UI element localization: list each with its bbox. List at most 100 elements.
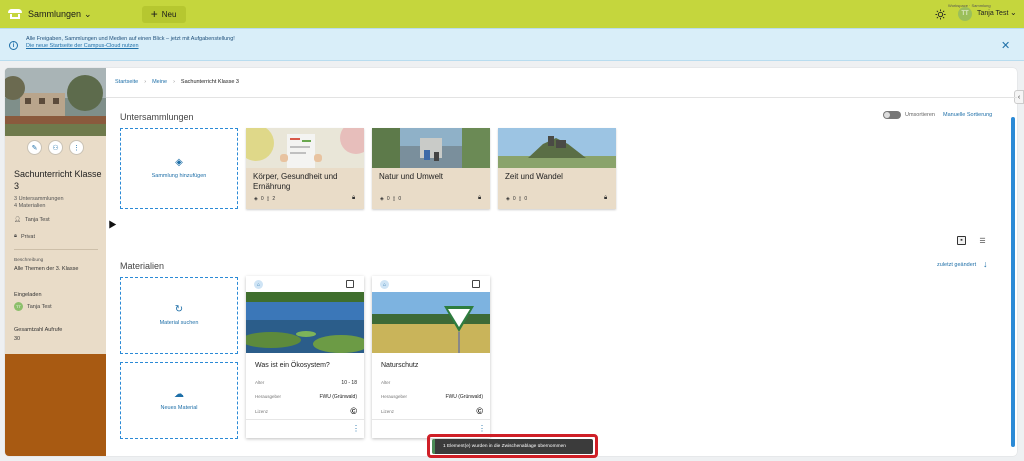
- collection-image: [498, 128, 616, 168]
- select-checkbox[interactable]: [346, 280, 354, 288]
- chevron-right-icon: ›: [173, 79, 175, 85]
- age-row: Alter: [381, 380, 483, 385]
- reorder-toggle[interactable]: [883, 111, 901, 119]
- banner-text: Alle Freigaben, Sammlungen und Medien au…: [26, 36, 235, 42]
- subcollections-heading: Untersammlungen: [120, 112, 194, 122]
- collection-card[interactable]: Körper, Gesundheit und Ernährung ◈ 0 ▯ 2…: [246, 128, 364, 209]
- chevron-left-icon: ‹: [1017, 93, 1021, 101]
- chevron-down-icon: ⌄: [84, 8, 92, 19]
- add-collection-tile[interactable]: ◈ Sammlung hinzufügen: [120, 128, 238, 209]
- breadcrumb-mine[interactable]: Meine: [152, 79, 167, 85]
- divider: [372, 419, 490, 420]
- lock-icon: 🔒︎: [352, 195, 356, 201]
- publisher-label: Herausgeber: [255, 394, 282, 399]
- more-vertical-icon[interactable]: ⋮: [478, 424, 486, 433]
- collection-title: Zeit und Wandel: [505, 172, 563, 181]
- collection-stats: ◈ 0 ▯ 0: [506, 196, 527, 202]
- layers-icon: ◈: [254, 196, 258, 202]
- search-material-tile[interactable]: ↻ Material suchen: [120, 277, 238, 354]
- refresh-icon: ↻: [174, 304, 184, 315]
- description-text: Alle Themen der 3. Klasse: [14, 266, 79, 272]
- logo-icon[interactable]: [8, 9, 22, 19]
- person-icon: 👤︎: [14, 217, 21, 223]
- pencil-icon: ✎: [31, 144, 38, 152]
- publisher-row: Herausgeber FWU (Grünwald): [381, 394, 483, 400]
- owner-row: 👤︎ Tanja Test: [14, 217, 50, 223]
- license-row: Lizenz ©: [381, 407, 483, 416]
- search-material-label: Material suchen: [159, 320, 199, 326]
- share-button[interactable]: ⚇: [48, 140, 63, 155]
- divider: [106, 97, 1017, 98]
- age-label: Alter: [255, 380, 265, 385]
- copyright-icon: ©: [476, 406, 483, 416]
- collection-badge-icon: ⌂: [254, 280, 263, 289]
- sort-dropdown[interactable]: zuletzt geändert: [937, 262, 976, 268]
- collection-image: [246, 128, 364, 168]
- invited-row: TT Tanja Test: [14, 302, 52, 311]
- close-icon[interactable]: ✕: [1001, 39, 1010, 52]
- edit-button[interactable]: ✎: [27, 140, 42, 155]
- publisher-value: FWU (Grünwald): [319, 394, 357, 400]
- list-view-icon[interactable]: ☰: [978, 236, 987, 245]
- invited-name: Tanja Test: [27, 303, 52, 310]
- select-checkbox[interactable]: [472, 280, 480, 288]
- collection-card[interactable]: Zeit und Wandel ◈ 0 ▯ 0 🔒︎: [498, 128, 616, 209]
- age-row: Alter 10 - 18: [255, 380, 357, 386]
- new-material-label: Neues Material: [160, 405, 198, 411]
- more-options-button[interactable]: ⋮: [69, 140, 84, 155]
- more-vertical-icon: ⋮: [73, 144, 80, 152]
- material-card[interactable]: ⌂ Naturschutz Alter Herausgeber FWU (Grü…: [372, 276, 490, 438]
- material-title: Naturschutz: [381, 362, 419, 369]
- scrollbar[interactable]: [1011, 117, 1015, 447]
- license-row: Lizenz ©: [255, 407, 357, 416]
- breadcrumb-current: Sachunterricht Klasse 3: [180, 79, 239, 85]
- collection-count: 0: [260, 196, 264, 202]
- layers-icon: ◈: [506, 196, 510, 202]
- collection-card[interactable]: Natur und Umwelt ◈ 0 ▯ 0 🔒︎: [372, 128, 490, 209]
- banner-link[interactable]: Die neue Startseite der Campus-Cloud nut…: [26, 43, 139, 49]
- file-icon: ▯: [266, 196, 270, 202]
- chevron-right-icon: ›: [144, 79, 147, 85]
- material-card[interactable]: ⌂ Was ist ein Ökosystem? Alter 10 - 18 H…: [246, 276, 364, 438]
- copyright-icon: ©: [350, 406, 357, 416]
- views-label: Gesamtzahl Aufrufe: [14, 327, 63, 333]
- more-vertical-icon[interactable]: ⋮: [352, 424, 360, 433]
- description-label: Beschreibung: [14, 258, 44, 263]
- visibility-row: 🔒︎ Privat: [14, 233, 35, 240]
- user-avatar[interactable]: TT: [958, 7, 972, 21]
- manual-sort-link[interactable]: Manuelle Sortierung: [943, 112, 992, 118]
- materials-heading: Materialien: [120, 261, 165, 271]
- divider: [14, 249, 98, 250]
- sammlungen-label: Sammlungen: [28, 9, 82, 19]
- material-title: Was ist ein Ökosystem?: [255, 362, 330, 369]
- publisher-row: Herausgeber FWU (Grünwald): [255, 394, 357, 400]
- file-icon: ▯: [518, 196, 522, 202]
- grid-view-icon[interactable]: ▪: [957, 236, 966, 245]
- material-image: [372, 292, 490, 353]
- new-button[interactable]: + Neu: [141, 5, 186, 23]
- material-count: 4 Materialien: [14, 203, 46, 209]
- breadcrumb-home[interactable]: Startseite: [115, 79, 138, 85]
- chevron-down-icon[interactable]: ⌄: [1010, 8, 1017, 17]
- license-label: Lizenz: [255, 409, 269, 414]
- reorder-label: Umsortieren: [905, 112, 935, 118]
- sammlungen-menu[interactable]: Sammlungen ⌄: [28, 9, 92, 20]
- collection-stats: ◈ 0 ▯ 2: [254, 196, 275, 202]
- collection-stats: ◈ 0 ▯ 0: [380, 196, 401, 202]
- collection-title: Natur und Umwelt: [379, 172, 444, 181]
- arrow-down-icon[interactable]: ↓: [983, 259, 988, 269]
- snackbar-toast: 1 Element(e) wurden in die Zwischenablag…: [432, 439, 593, 454]
- divider: [246, 419, 364, 420]
- new-button-label: Neu: [161, 9, 177, 19]
- sidebar-footer: [5, 354, 106, 456]
- collection-cover-image: [5, 68, 106, 136]
- new-material-tile[interactable]: ☁ Neues Material: [120, 362, 238, 439]
- sun-icon[interactable]: [935, 9, 946, 20]
- invited-label: Eingeladen: [14, 292, 42, 298]
- publisher-value: FWU (Grünwald): [445, 394, 483, 400]
- user-name[interactable]: Tanja Test: [977, 10, 1008, 17]
- cloud-upload-icon: ☁: [174, 389, 184, 400]
- collection-image: [372, 128, 490, 168]
- layers-icon: ◈: [175, 157, 183, 168]
- material-count: 0: [398, 196, 402, 202]
